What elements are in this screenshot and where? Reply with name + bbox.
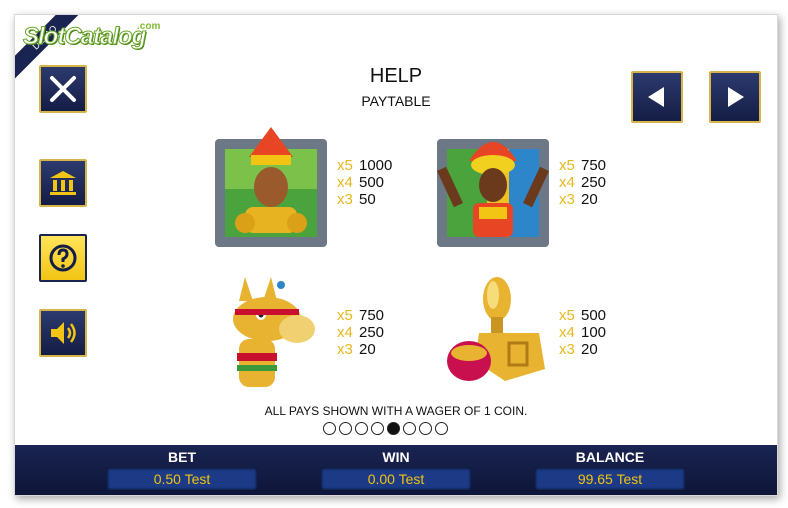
pay-row: x5 750 <box>559 157 607 174</box>
llama-paytable: x5 750 x4 250 x3 20 <box>337 307 384 358</box>
page-dot[interactable] <box>323 422 336 435</box>
page-dot[interactable] <box>339 422 352 435</box>
pay-row: x3 20 <box>559 191 598 208</box>
close-icon <box>50 76 76 102</box>
pay-row: x3 50 <box>337 191 376 208</box>
logo-suffix: .com <box>137 21 161 32</box>
close-button[interactable] <box>39 65 87 113</box>
win-label: WIN <box>382 449 410 465</box>
next-page-button[interactable] <box>709 71 761 123</box>
golden-axe-symbol <box>447 277 545 381</box>
help-button[interactable] <box>39 234 87 282</box>
aztec-king-symbol <box>215 127 327 247</box>
slotcatalog-logo: SlotCatalog <box>22 23 146 51</box>
pay-row: x4 100 <box>559 324 607 341</box>
balance-label: BALANCE <box>575 449 645 465</box>
page-dot[interactable] <box>371 422 384 435</box>
page-indicator <box>323 422 448 435</box>
pay-row: x3 20 <box>559 341 598 358</box>
question-icon <box>49 244 77 272</box>
llama-symbol <box>233 277 315 387</box>
page-dot-active[interactable] <box>387 422 400 435</box>
pay-row: x5 750 <box>337 307 385 324</box>
bank-icon <box>50 171 76 195</box>
wager-footnote: ALL PAYS SHOWN WITH A WAGER OF 1 COIN. <box>264 404 528 418</box>
triangle-left-icon <box>648 87 664 107</box>
bet-display: BET 0.50 Test <box>107 445 257 490</box>
bet-value: 0.50 Test <box>107 468 257 490</box>
pay-row: x4 250 <box>337 324 385 341</box>
aztec-queen-symbol <box>437 139 549 247</box>
pay-row: x5 1000 <box>337 157 393 174</box>
page-dot[interactable] <box>419 422 432 435</box>
pay-row: x4 500 <box>337 174 385 191</box>
aztec-king-paytable: x5 1000 x4 500 x3 50 <box>337 157 392 208</box>
pay-row: x4 250 <box>559 174 607 191</box>
page-dot[interactable] <box>355 422 368 435</box>
win-display: WIN 0.00 Test <box>321 445 471 490</box>
page-dot[interactable] <box>435 422 448 435</box>
page-dot[interactable] <box>403 422 416 435</box>
bet-label: BET <box>168 449 196 465</box>
sound-button[interactable] <box>39 309 87 357</box>
status-bar: BET 0.50 Test WIN 0.00 Test BALANCE 99.6… <box>15 445 777 495</box>
triangle-right-icon <box>728 87 744 107</box>
speaker-icon <box>51 322 76 344</box>
win-value: 0.00 Test <box>321 468 471 490</box>
balance-display: BALANCE 99.65 Test <box>535 445 685 490</box>
pay-row: x3 20 <box>337 341 376 358</box>
pay-row: x5 500 <box>559 307 607 324</box>
golden-axe-paytable: x5 500 x4 100 x3 20 <box>559 307 606 358</box>
balance-value: 99.65 Test <box>535 468 685 490</box>
prev-page-button[interactable] <box>631 71 683 123</box>
aztec-queen-paytable: x5 750 x4 250 x3 20 <box>559 157 606 208</box>
bank-button[interactable] <box>39 159 87 207</box>
help-window: DEMO SlotCatalog .com HELP PAYTABLE x5 1… <box>14 14 778 496</box>
